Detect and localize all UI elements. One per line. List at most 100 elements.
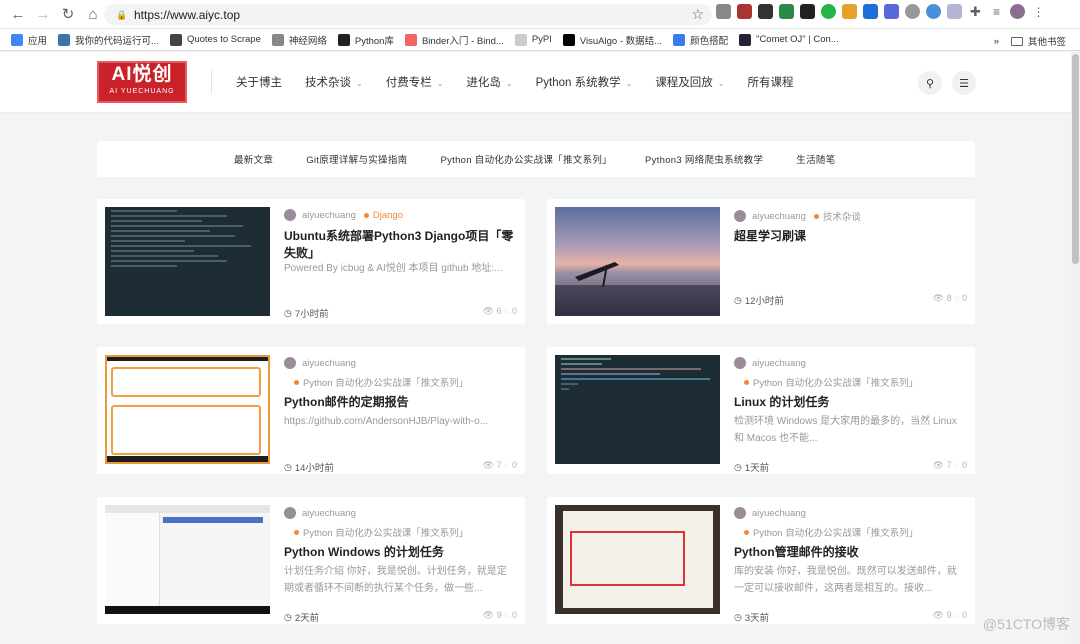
post-thumbnail[interactable] — [105, 355, 270, 464]
menu-item-courses-replay[interactable]: 课程及回放 ⌄ — [655, 74, 724, 90]
back-icon[interactable]: ← — [8, 4, 28, 24]
post-stats: 👁 9 ◌ 0 — [933, 610, 967, 621]
bookmark-item[interactable]: 我你的代码运行可... — [58, 33, 159, 47]
bookmark-item[interactable]: Quotes to Scrape — [169, 33, 261, 46]
post-author[interactable]: aiyuechuang — [752, 358, 806, 369]
comment-icon: ◌ — [954, 610, 960, 620]
menu-item-island[interactable]: 进化岛 ⌄ — [466, 74, 512, 90]
post-thumbnail[interactable] — [105, 207, 270, 316]
eye-icon: 👁 — [482, 460, 495, 470]
other-bookmarks[interactable]: » 其他书签 — [994, 34, 1066, 49]
post-category-row: Python 自动化办公实战课「推文系列」 — [734, 375, 918, 389]
post-category[interactable]: Django — [373, 210, 403, 221]
more-bookmarks-chevron[interactable]: » — [994, 36, 999, 47]
post-title[interactable]: 超星学习刷课 — [734, 228, 966, 245]
post-title[interactable]: Linux 的计划任务 — [734, 394, 966, 411]
view-count: 7 — [496, 460, 502, 470]
search-icon[interactable]: ⚲ — [918, 71, 942, 95]
post-category[interactable]: Python 自动化办公实战课「推文系列」 — [303, 375, 468, 389]
post-card[interactable]: aiyuechuang Python 自动化办公实战课「推文系列」 Python… — [97, 497, 525, 624]
bookmark-star-icon[interactable]: ☆ — [691, 6, 704, 23]
subnav-spider[interactable]: Python3 网络爬虫系统教学 — [645, 152, 763, 166]
bookmark-apps[interactable]: 应用 — [11, 33, 47, 47]
post-thumbnail[interactable] — [105, 505, 270, 614]
post-stats: 👁 6 ◌ 0 — [483, 306, 517, 317]
post-title[interactable]: Python邮件的定期报告 — [284, 394, 516, 411]
extension-icon[interactable] — [842, 4, 857, 19]
subnav-life[interactable]: 生活随笔 — [796, 152, 835, 166]
site-logo[interactable]: AI悦创 AI YUECHUANG — [97, 61, 187, 103]
post-category[interactable]: Python 自动化办公实战课「推文系列」 — [753, 375, 918, 389]
subnav-automation[interactable]: Python 自动化办公实战课「推文系列」 — [440, 152, 612, 166]
extension-icon[interactable] — [800, 4, 815, 19]
post-card[interactable]: aiyuechuang Django Ubuntu系统部署Python3 Djan… — [97, 199, 525, 324]
profile-avatar[interactable] — [1010, 4, 1025, 19]
subnav-latest[interactable]: 最新文章 — [234, 152, 273, 166]
post-time-label: 14小时前 — [294, 463, 334, 474]
menu-item-tech[interactable]: 技术杂谈 ⌄ — [305, 74, 363, 90]
post-card[interactable]: aiyuechuang Python 自动化办公实战课「推文系列」 Linux … — [547, 347, 975, 474]
post-card[interactable]: aiyuechuang 技术杂谈 超星学习刷课 ◷ 12小时前 👁 8 ◌ 0 — [547, 199, 975, 324]
post-author[interactable]: aiyuechuang — [752, 508, 806, 519]
post-card[interactable]: aiyuechuang Python 自动化办公实战课「推文系列」 Python… — [547, 497, 975, 624]
post-thumbnail[interactable] — [555, 505, 720, 614]
post-author[interactable]: aiyuechuang — [752, 211, 806, 222]
post-author[interactable]: aiyuechuang — [302, 210, 356, 221]
extension-icon[interactable] — [779, 4, 794, 19]
avatar — [284, 357, 296, 369]
menu-dots-icon[interactable]: ⋮ — [1031, 4, 1046, 19]
scrollbar-thumb[interactable] — [1072, 54, 1079, 264]
chevron-down-icon: ⌄ — [505, 79, 513, 88]
bookmark-item[interactable]: 神经网络 — [271, 33, 327, 47]
extension-icon[interactable] — [947, 4, 962, 19]
menu-item-paid[interactable]: 付费专栏 ⌄ — [386, 74, 444, 90]
bookmark-item[interactable]: Binder入门 - Bind... — [404, 33, 504, 47]
extension-icon[interactable] — [926, 4, 941, 19]
extension-icon[interactable] — [821, 4, 836, 19]
menu-item-all-courses[interactable]: 所有课程 — [748, 74, 794, 90]
extension-icon[interactable] — [884, 4, 899, 19]
post-title[interactable]: Python Windows 的计划任务 — [284, 544, 516, 561]
post-category[interactable]: Python 自动化办公实战课「推文系列」 — [753, 525, 918, 539]
post-time: ◷ 2天前 — [284, 610, 319, 625]
hamburger-menu-icon[interactable]: ☰ — [952, 71, 976, 95]
reload-icon[interactable]: ↻ — [58, 4, 78, 24]
menu-item-python[interactable]: Python 系统教学 ⌄ — [536, 74, 633, 90]
extension-icon[interactable] — [737, 4, 752, 19]
home-icon[interactable]: ⌂ — [83, 4, 103, 24]
post-category[interactable]: 技术杂谈 — [823, 209, 861, 223]
clock-icon: ◷ — [734, 611, 742, 622]
clock-icon: ◷ — [734, 294, 742, 305]
avatar — [734, 210, 746, 222]
subnav-git[interactable]: Git原理详解与实操指南 — [306, 152, 407, 166]
extension-icon[interactable] — [863, 4, 878, 19]
post-author[interactable]: aiyuechuang — [302, 508, 356, 519]
post-thumbnail[interactable] — [555, 355, 720, 464]
bookmark-item[interactable]: Python库 — [337, 33, 394, 47]
bookmark-item[interactable]: "Comet OJ" | Con... — [739, 33, 839, 46]
post-category-row: Python 自动化办公实战课「推文系列」 — [284, 375, 468, 389]
puzzle-icon[interactable]: ✚ — [968, 4, 983, 19]
camera-extension-icon[interactable] — [716, 4, 731, 19]
logo-subtext: AI YUECHUANG — [109, 88, 175, 95]
post-author[interactable]: aiyuechuang — [302, 358, 356, 369]
lock-icon: 🔒 — [116, 9, 128, 20]
bookmark-item[interactable]: VisuAlgo - 数据结... — [562, 33, 662, 47]
post-category-row: Python 自动化办公实战课「推文系列」 — [734, 525, 918, 539]
menu-item-about[interactable]: 关于博主 — [236, 74, 282, 90]
view-count: 8 — [946, 293, 952, 303]
extension-icon[interactable] — [905, 4, 920, 19]
post-thumbnail[interactable] — [555, 207, 720, 316]
post-title[interactable]: Ubuntu系统部署Python3 Django项目「零失败」 — [284, 228, 516, 262]
bookmark-item[interactable]: 颜色搭配 — [673, 33, 728, 47]
bookmark-item[interactable]: PyPI — [514, 33, 552, 46]
extension-icon[interactable] — [758, 4, 773, 19]
address-bar[interactable]: 🔒 https://www.aiyc.top ☆ — [104, 4, 712, 25]
reading-list-icon[interactable]: ≡ — [989, 4, 1004, 19]
site-header: AI悦创 AI YUECHUANG 关于博主 技术杂谈 ⌄ 付费专栏 ⌄ 进化岛 ⌄ … — [0, 52, 1080, 112]
post-card[interactable]: aiyuechuang Python 自动化办公实战课「推文系列」 Python… — [97, 347, 525, 474]
post-title[interactable]: Python管理邮件的接收 — [734, 544, 966, 561]
color-icon — [673, 33, 686, 46]
forward-icon[interactable]: → — [33, 4, 53, 24]
post-category[interactable]: Python 自动化办公实战课「推文系列」 — [303, 525, 468, 539]
